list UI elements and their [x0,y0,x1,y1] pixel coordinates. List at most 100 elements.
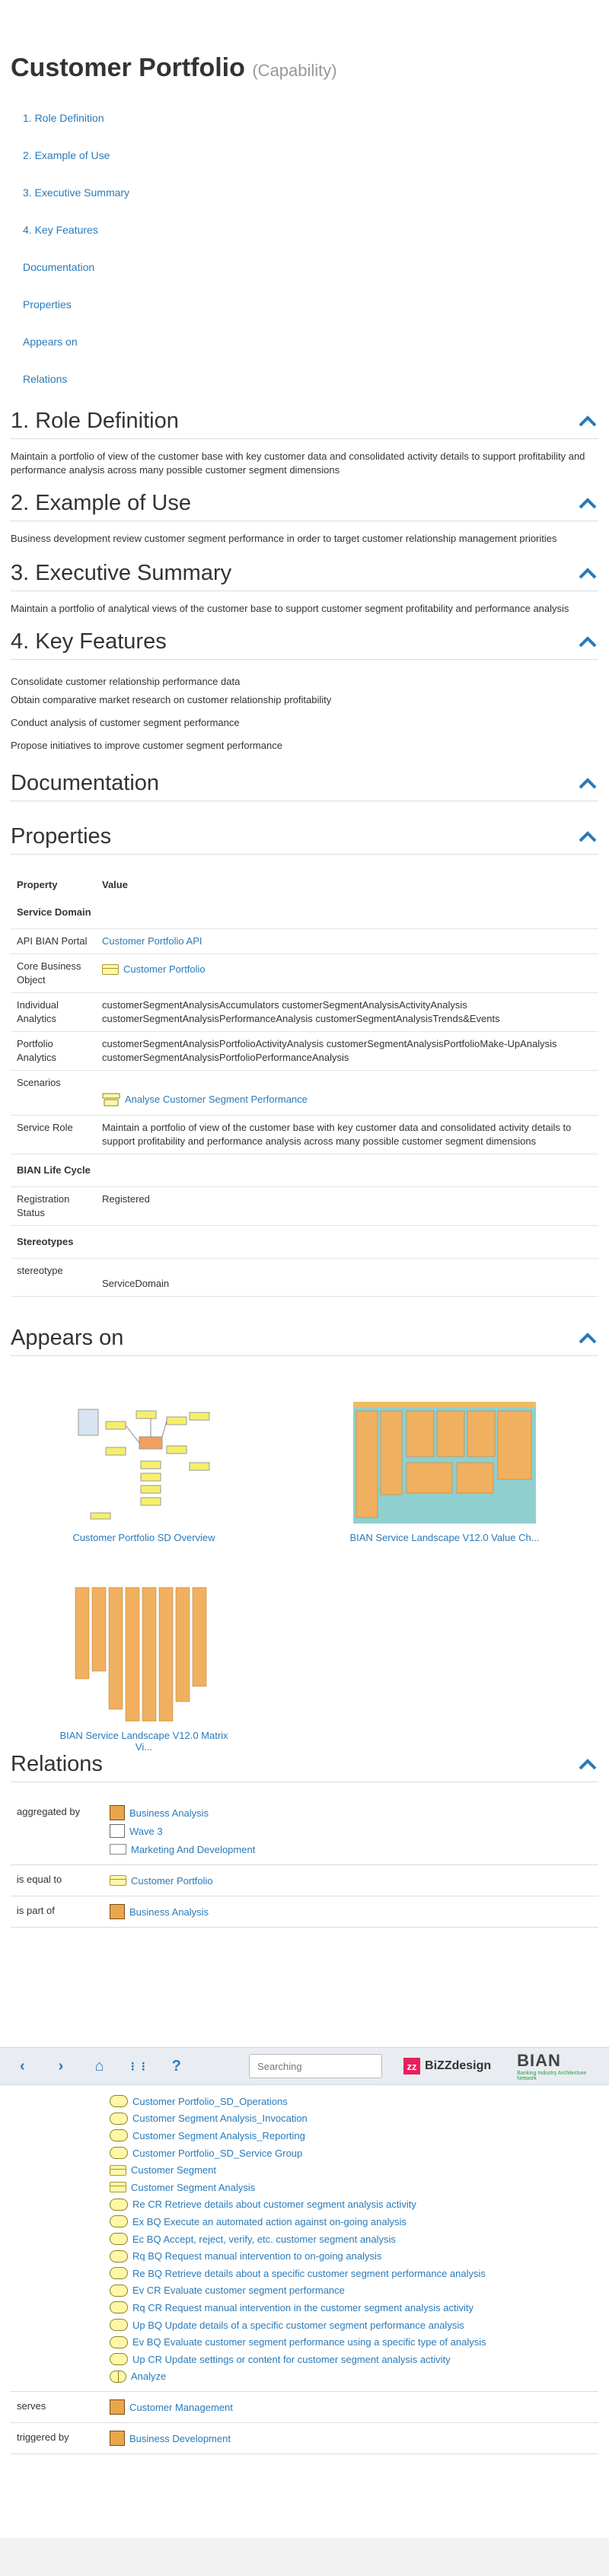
section-heading: 2. Example of Use [11,491,191,515]
service-domain-icon [110,2112,128,2125]
relation-link[interactable]: Customer Portfolio [131,1875,213,1887]
properties-table: Property Value Service Domain API BIAN Po… [11,870,598,1297]
business-object-icon [110,1875,126,1886]
diagram-preview-image [68,1584,220,1722]
relation-link[interactable]: Business Development [129,2433,231,2444]
relation-link[interactable]: Ev BQ Evaluate customer segment performa… [132,2336,486,2348]
bizzdesign-logo[interactable]: zz BiZZdesign [403,2058,491,2074]
feature-item: Conduct analysis of customer segment per… [11,717,240,728]
collapse-chevron-icon[interactable] [577,635,598,650]
collapse-chevron-icon[interactable] [577,1757,598,1772]
help-icon[interactable]: ? [164,2053,188,2079]
relation-label: serves [17,2400,46,2412]
relation-link[interactable]: Ec BQ Accept, reject, verify, etc. custo… [132,2234,396,2245]
collapse-chevron-icon[interactable] [577,414,598,429]
page-title-suffix: (Capability) [252,61,337,80]
relation-label: is equal to [17,1874,62,1885]
section-text: Maintain a portfolio of view of the cust… [11,451,585,476]
capability-icon [110,2431,125,2447]
toc-item[interactable]: 3. Executive Summary [11,186,598,224]
property-label: API BIAN Portal [11,928,96,954]
feature-item: Consolidate customer relationship perfor… [11,676,241,687]
section-properties: Properties Property Value Service Domain … [11,824,598,1297]
section-role-definition: 1. Role Definition Maintain a portfolio … [11,409,598,477]
service-domain-icon [110,2250,128,2262]
relation-link[interactable]: Up BQ Update details of a specific custo… [132,2320,464,2331]
apps-grid-icon[interactable]: ⋮⋮ [126,2053,150,2079]
toc-item[interactable]: Properties [11,298,598,336]
business-object-icon [110,2164,126,2176]
property-label: Core Business Object [11,954,96,993]
property-value: customerSegmentAnalysisAccumulators cust… [96,992,598,1032]
section-appears-on: Appears on Customer Portfolio SD Overvie… [11,1326,598,1753]
service-domain-icon [110,2319,128,2332]
property-link[interactable]: Customer Portfolio API [102,935,202,947]
service-domain-icon [110,2198,128,2211]
relation-link[interactable]: Rq CR Request manual intervention in the… [132,2302,473,2313]
bottom-toolbar: ‹ › ⌂ ⋮⋮ ? zzBiZZdesign BIANBanking Indu… [0,2047,609,2085]
service-domain-icon [110,2233,128,2246]
collapse-chevron-icon[interactable] [577,566,598,581]
collapse-chevron-icon[interactable] [577,776,598,791]
toc-item[interactable]: 4. Key Features [11,224,598,261]
service-domain-icon [110,2301,128,2314]
section-heading: Appears on [11,1326,124,1350]
relation-link[interactable]: Customer Segment [131,2164,216,2176]
relation-link[interactable]: Wave 3 [129,1826,163,1837]
diagram-link[interactable]: BIAN Service Landscape V12.0 Matrix Vi..… [59,1730,228,1753]
diagram-thumbnail[interactable]: BIAN Service Landscape V12.0 Value Ch... [346,1402,544,1543]
group-header: BIAN Life Cycle [11,1154,598,1187]
capability-icon [110,1805,125,1820]
relation-link[interactable]: Business Analysis [129,1807,209,1819]
back-arrow-icon[interactable]: ‹ [11,2053,34,2079]
collapse-chevron-icon[interactable] [577,1331,598,1346]
forward-arrow-icon[interactable]: › [49,2053,73,2079]
relation-link[interactable]: Customer Segment Analysis_Invocation [132,2113,308,2124]
toc-item[interactable]: 1. Role Definition [11,112,598,149]
service-domain-icon [110,2353,128,2366]
diagram-link[interactable]: Customer Portfolio SD Overview [72,1532,215,1543]
bian-logo[interactable]: BIAN Banking Industry Architecture Networ… [517,2051,598,2081]
property-value: Registered [96,1186,598,1226]
business-object-icon [102,964,119,975]
relation-link[interactable]: Customer Segment Analysis_Reporting [132,2130,305,2141]
toc-item[interactable]: 2. Example of Use [11,149,598,186]
wave-icon [110,1824,125,1838]
relation-link[interactable]: Re CR Retrieve details about customer se… [132,2199,416,2210]
relation-link[interactable]: Analyze [131,2371,166,2382]
collapse-chevron-icon[interactable] [577,829,598,845]
relation-link[interactable]: Up CR Update settings or content for cus… [132,2354,451,2365]
relation-link[interactable]: Ev CR Evaluate customer segment performa… [132,2285,345,2296]
toc-item[interactable]: Relations [11,373,598,410]
relation-link[interactable]: Customer Segment Analysis [131,2182,255,2193]
service-domain-icon [110,2284,128,2297]
section-text: Business development review customer seg… [11,533,557,544]
property-link[interactable]: Customer Portfolio [123,963,206,976]
search-input[interactable] [249,2054,383,2078]
property-link[interactable]: Analyse Customer Segment Performance [125,1093,308,1107]
diagram-thumbnail[interactable]: Customer Portfolio SD Overview [64,1402,224,1543]
toc-item[interactable]: Appears on [11,336,598,373]
relation-link[interactable]: Ex BQ Execute an automated action agains… [132,2216,407,2227]
diagram-preview-image [75,1402,212,1524]
capability-icon [110,1904,125,1919]
diagram-link[interactable]: BIAN Service Landscape V12.0 Value Ch... [349,1532,539,1543]
diagram-thumbnail[interactable]: BIAN Service Landscape V12.0 Matrix Vi..… [56,1584,231,1753]
toc-item[interactable]: Documentation [11,261,598,298]
property-label: Registration Status [11,1186,96,1226]
property-label: Portfolio Analytics [11,1031,96,1071]
relation-link[interactable]: Customer Management [129,2402,233,2413]
relations-continued: Customer Portfolio_SD_Operations Customer… [11,2087,598,2455]
home-icon[interactable]: ⌂ [88,2053,111,2079]
page-title: Customer Portfolio (Capability) [11,53,337,82]
relation-link[interactable]: Re BQ Retrieve details about a specific … [132,2268,486,2279]
relation-link[interactable]: Customer Portfolio_SD_Operations [132,2096,288,2107]
relation-link[interactable]: Business Analysis [129,1906,209,1918]
capability-icon [110,2399,125,2415]
relation-link[interactable]: Rq BQ Request manual intervention to on-… [132,2250,381,2262]
page-footer [0,2538,609,2576]
relation-link[interactable]: Customer Portfolio_SD_Service Group [132,2148,302,2159]
property-value: Maintain a portfolio of view of the cust… [96,1115,598,1154]
relation-link[interactable]: Marketing And Development [131,1844,255,1855]
collapse-chevron-icon[interactable] [577,496,598,511]
